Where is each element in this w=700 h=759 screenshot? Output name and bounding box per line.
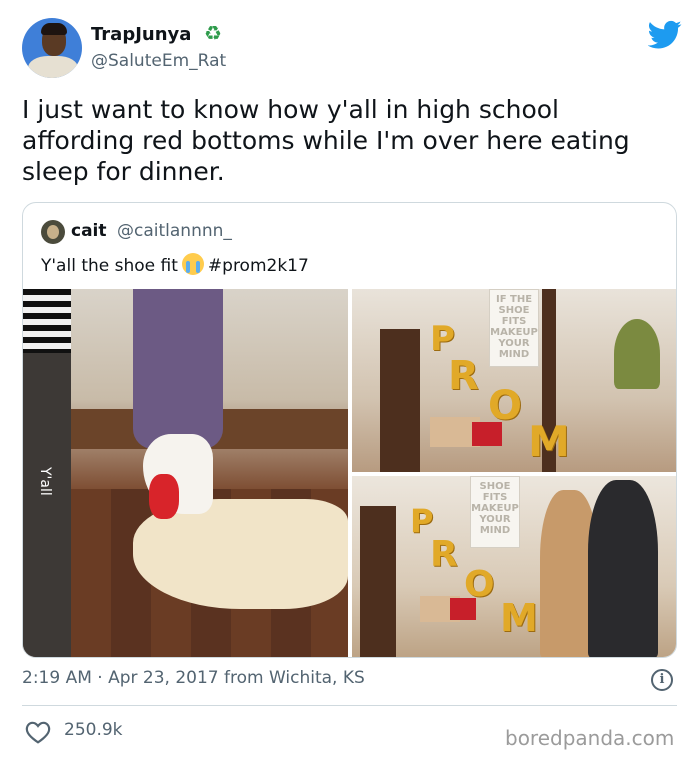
quoted-tweet-text: Y'all the shoe fit #prom2k17 — [41, 253, 309, 276]
recycle-icon: ♻ — [204, 21, 222, 45]
heart-icon[interactable] — [25, 720, 51, 744]
legs-figure — [133, 289, 223, 449]
photo-grid: Y'all IF THE SHOE FITS MAKEUP YOUR MIND … — [23, 289, 676, 657]
hashtag-link[interactable]: #prom2k17 — [208, 256, 309, 276]
tweet-text: I just want to know how y'all in high sc… — [22, 95, 630, 186]
balloon-r: R — [448, 353, 479, 399]
quoted-author-name: cait — [71, 221, 107, 241]
stair-newel — [360, 506, 396, 657]
author-handle[interactable]: @SaluteEm_Rat — [91, 51, 226, 71]
stair-newel — [380, 329, 420, 472]
balloon-o: O — [464, 564, 495, 605]
watermark: boredpanda.com — [505, 726, 675, 750]
boy-figure — [588, 480, 658, 657]
photo-prom-couple[interactable]: SHOE FITS MAKEUP YOUR MIND P R O M — [352, 476, 676, 657]
prom-sign: SHOE FITS MAKEUP YOUR MIND — [470, 476, 520, 548]
author-display-name[interactable]: TrapJunya — [91, 24, 191, 45]
yall-caption: Y'all — [37, 467, 53, 496]
like-count: 250.9k — [64, 720, 123, 740]
author-avatar[interactable] — [22, 18, 82, 78]
balloon-m: M — [500, 596, 538, 640]
quoted-author-avatar — [41, 220, 65, 244]
balloon-m: M — [528, 417, 570, 466]
quoted-author-handle: @caitlannnn_ — [117, 221, 232, 241]
balloon-o: O — [488, 383, 523, 429]
quoted-text-body: Y'all the shoe fit — [41, 256, 178, 276]
divider — [22, 705, 677, 706]
photo-prom-balloons-stairs[interactable]: IF THE SHOE FITS MAKEUP YOUR MIND P R O … — [352, 289, 676, 472]
quoted-tweet-card[interactable]: cait @caitlannnn_ Y'all the shoe fit #pro… — [22, 202, 677, 658]
tweet-timestamp[interactable]: 2:19 AM · Apr 23, 2017 from Wichita, KS — [22, 668, 365, 688]
yall-sidebar: Y'all — [23, 289, 71, 657]
striped-bag — [23, 289, 71, 353]
tweet-header: TrapJunya ♻ @SaluteEm_Rat — [22, 18, 682, 80]
plant — [614, 319, 660, 389]
info-icon[interactable]: i — [651, 669, 673, 691]
loudly-crying-face-icon — [181, 253, 204, 275]
balloon-r: R — [430, 534, 458, 575]
twitter-bird-icon[interactable] — [648, 20, 682, 50]
photo-shoes-on-stairs[interactable]: Y'all — [23, 289, 348, 657]
prom-sign: IF THE SHOE FITS MAKEUP YOUR MIND — [489, 289, 539, 367]
red-sole — [149, 474, 179, 519]
